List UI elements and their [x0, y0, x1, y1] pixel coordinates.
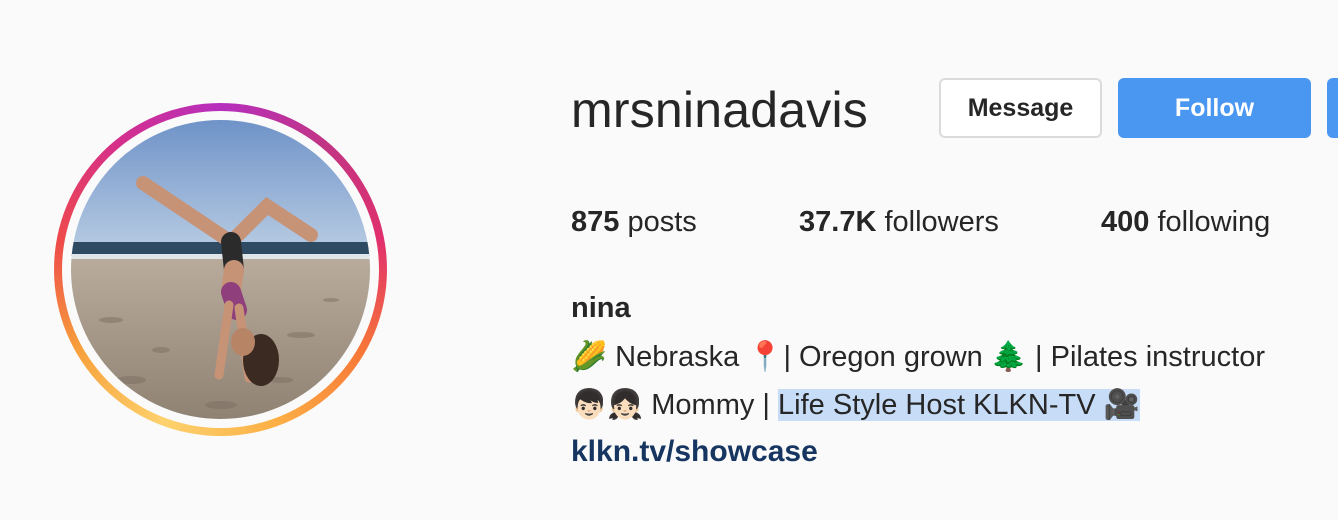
avatar-gap — [62, 111, 379, 428]
profile-full-name: nina — [571, 292, 631, 324]
posts-label: posts — [619, 206, 697, 238]
message-button[interactable]: Message — [939, 78, 1102, 138]
following-label: following — [1149, 206, 1271, 238]
stat-following[interactable]: 400 following — [1101, 202, 1270, 242]
story-ring[interactable] — [54, 103, 387, 436]
followers-count: 37.7K — [799, 206, 877, 238]
bio-line-2-text: 👦🏻👧🏻 Mommy | — [571, 389, 779, 421]
avatar[interactable] — [71, 120, 370, 419]
profile-username: mrsninadavis — [571, 82, 868, 138]
bio-selected-text: Life Style Host KLKN-TV 🎥 — [778, 389, 1140, 421]
bio-line-1: 🌽 Nebraska 📍| Oregon grown 🌲 | Pilates i… — [571, 341, 1265, 373]
stat-followers[interactable]: 37.7K followers — [799, 202, 999, 242]
bio-link[interactable]: klkn.tv/showcase — [571, 432, 818, 472]
posts-count: 875 — [571, 206, 620, 238]
suggested-dropdown-button[interactable] — [1327, 78, 1338, 138]
follow-button[interactable]: Follow — [1118, 78, 1311, 138]
following-count: 400 — [1101, 206, 1150, 238]
bio-line-2: 👦🏻👧🏻 Mommy | Life Style Host KLKN-TV 🎥 — [571, 382, 1140, 428]
stat-posts[interactable]: 875 posts — [571, 202, 697, 242]
followers-label: followers — [876, 206, 999, 238]
